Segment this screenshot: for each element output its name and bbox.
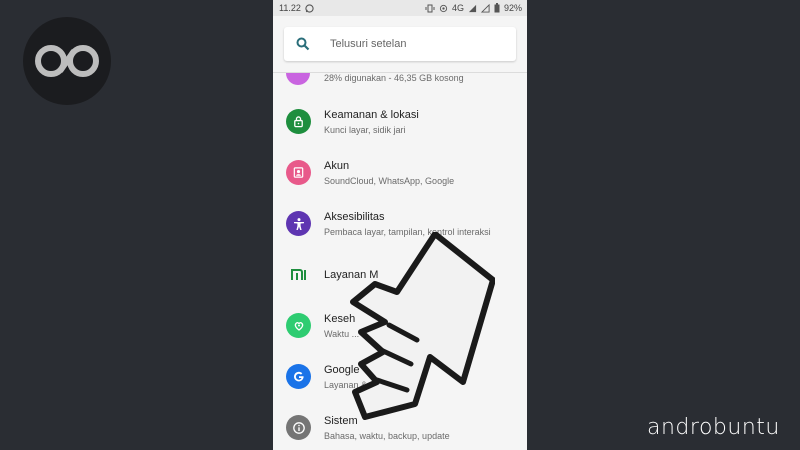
google-icon	[286, 364, 311, 389]
vibrate-icon	[425, 4, 435, 12]
signal-icon	[468, 4, 477, 12]
search-icon	[296, 37, 310, 51]
settings-item-subtitle: 28% digunakan - 46,35 GB kosong	[324, 73, 464, 83]
storage-icon	[286, 73, 310, 85]
lock-icon	[286, 109, 311, 134]
accessibility-icon	[286, 211, 311, 236]
settings-search-bar[interactable]	[284, 27, 516, 61]
infinity-logo-icon	[35, 45, 99, 77]
settings-list: 28% digunakan - 46,35 GB kosong Keamanan…	[273, 72, 527, 441]
hotspot-icon	[439, 4, 448, 12]
settings-item-security[interactable]: Keamanan & lokasi Kunci layar, sidik jar…	[273, 96, 527, 147]
battery-level: 92%	[503, 3, 522, 13]
settings-item-title: Keamanan & lokasi	[324, 109, 419, 121]
settings-item-title: Akun	[324, 160, 350, 172]
settings-item-subtitle: SoundCloud, WhatsApp, Google	[324, 176, 455, 186]
status-time: 11.22	[279, 3, 301, 13]
watermark-logo: androbuntu	[647, 415, 780, 440]
wellbeing-icon	[286, 313, 311, 338]
channel-logo	[23, 17, 111, 105]
settings-item-accounts[interactable]: Akun SoundCloud, WhatsApp, Google	[273, 147, 527, 198]
signal-icon-2	[480, 3, 490, 13]
settings-item-storage[interactable]: 28% digunakan - 46,35 GB kosong	[273, 73, 527, 87]
account-icon	[286, 160, 311, 185]
settings-item-title: Aksesibilitas	[324, 211, 385, 223]
battery-icon	[494, 3, 500, 13]
info-icon	[286, 415, 311, 440]
pointing-hand-icon	[350, 232, 495, 420]
settings-item-subtitle: Kunci layar, sidik jari	[324, 125, 406, 135]
status-bar: 11.22 4G 92%	[273, 0, 527, 16]
mi-icon	[286, 262, 311, 287]
search-input[interactable]	[328, 37, 502, 51]
settings-item-subtitle: Bahasa, waktu, backup, update	[324, 431, 450, 441]
whatsapp-icon	[305, 3, 314, 13]
network-type: 4G	[451, 3, 464, 13]
